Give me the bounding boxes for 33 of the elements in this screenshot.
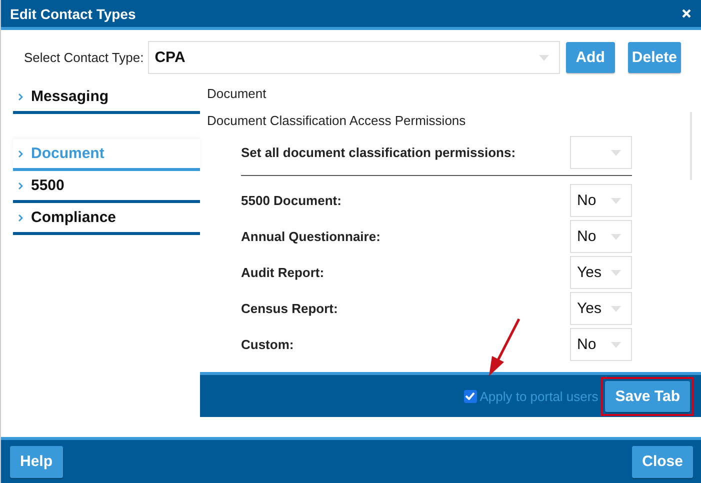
field-label: Annual Questionnaire: xyxy=(241,229,380,244)
chevron-icon xyxy=(18,150,23,158)
chevron-icon xyxy=(18,214,23,222)
sidebar-item[interactable]: Compliance xyxy=(13,203,200,235)
dropdown[interactable]: No xyxy=(570,328,632,361)
sidebar-item[interactable]: Messaging xyxy=(13,82,200,114)
checkbox-label: Apply to portal users xyxy=(480,388,598,404)
field-label: 5500 Document: xyxy=(241,193,342,208)
dropdown[interactable]: No xyxy=(570,220,632,253)
window-title: Edit Contact Types xyxy=(10,6,136,22)
caret-icon xyxy=(611,270,621,276)
dropdown[interactable]: No xyxy=(570,184,632,217)
field-label: Custom: xyxy=(241,337,294,352)
close-icon[interactable] xyxy=(682,9,691,18)
dropdown[interactable]: Yes xyxy=(570,292,632,325)
field-label: Set all document classification permissions: xyxy=(241,145,516,160)
caret-icon xyxy=(611,342,621,348)
field-label: Audit Report: xyxy=(241,265,324,280)
checkbox[interactable] xyxy=(464,390,477,402)
section-heading: Document xyxy=(207,86,268,103)
caret-icon xyxy=(611,234,621,240)
caret-icon xyxy=(611,306,621,312)
chevron-icon xyxy=(18,182,23,190)
dropdown[interactable]: Yes xyxy=(570,256,632,289)
chevron-icon xyxy=(18,92,23,100)
sidebar-item[interactable]: 5500 xyxy=(13,171,200,203)
field-label: Select Contact Type: xyxy=(24,50,144,65)
section-subheading: Document Classification Access Permissions xyxy=(207,113,467,130)
caret-icon xyxy=(611,150,621,156)
caret-icon xyxy=(538,54,549,60)
dropdown[interactable]: CPA xyxy=(148,41,560,74)
caret-icon xyxy=(611,198,621,204)
field-label: Census Report: xyxy=(241,301,338,316)
